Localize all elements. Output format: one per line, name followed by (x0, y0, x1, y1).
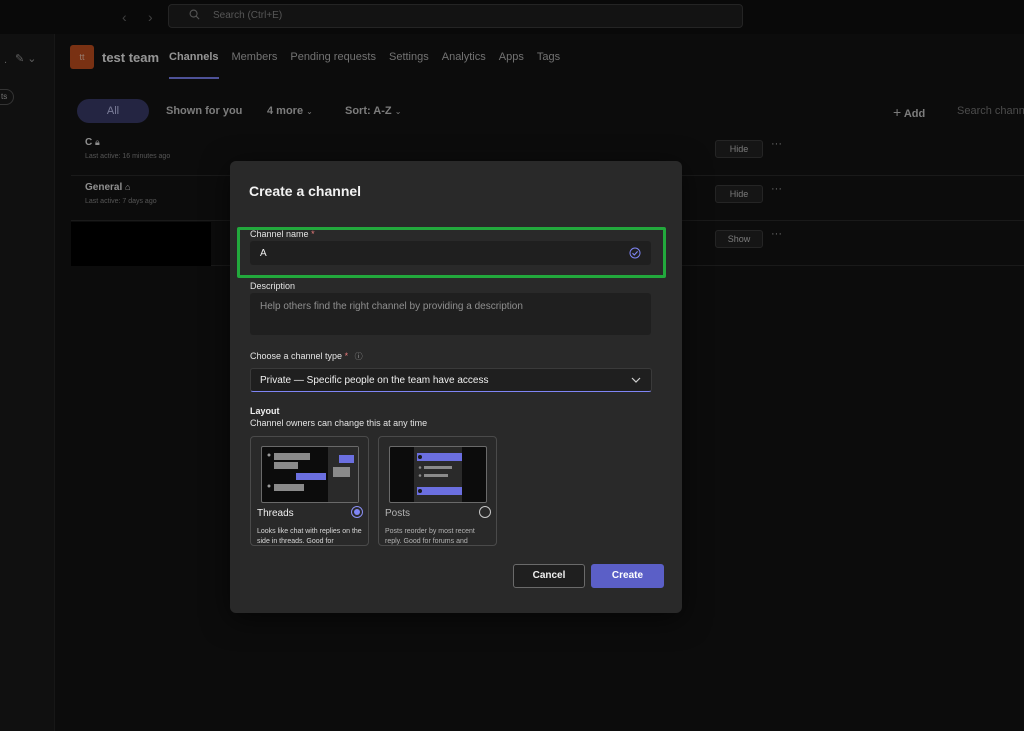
layout-subtitle: Channel owners can change this at any ti… (250, 418, 428, 428)
posts-title: Posts (385, 508, 411, 519)
posts-preview-graphic (414, 447, 462, 502)
description-field[interactable]: Help others find the right channel by pr… (250, 293, 651, 335)
channel-type-value: Private — Specific people on the team ha… (260, 375, 489, 386)
threads-title: Threads (257, 508, 294, 519)
dialog-title: Create a channel (249, 183, 362, 199)
layout-title: Layout (250, 406, 280, 416)
chevron-down-icon (631, 377, 641, 383)
create-channel-dialog: Create a channel Channel name * A Descri… (230, 161, 682, 613)
channel-name-label: Channel name * (250, 229, 315, 239)
cancel-button[interactable]: Cancel (513, 564, 585, 588)
layout-option-posts[interactable]: Posts Posts reorder by most recent reply… (378, 436, 497, 546)
posts-description: Posts reorder by most recent reply. Good… (385, 528, 475, 545)
description-label: Description (250, 281, 296, 291)
threads-description: Looks like chat with replies on the side… (257, 528, 362, 545)
posts-preview (389, 446, 487, 503)
channel-type-select[interactable]: Private — Specific people on the team ha… (250, 368, 652, 392)
info-icon[interactable]: ⓘ (355, 352, 363, 361)
posts-radio[interactable] (479, 506, 491, 518)
channel-type-label: Choose a channel type * ⓘ (250, 351, 363, 361)
threads-radio[interactable] (351, 506, 363, 518)
channel-name-field[interactable]: A (250, 241, 651, 265)
create-button[interactable]: Create (591, 564, 664, 588)
channel-name-value: A (260, 248, 267, 259)
threads-preview-graphic (267, 447, 358, 502)
description-placeholder: Help others find the right channel by pr… (260, 301, 523, 312)
threads-preview (261, 446, 359, 503)
check-circle-icon (629, 247, 641, 259)
layout-option-threads[interactable]: Threads Looks like chat with replies on … (250, 436, 369, 546)
